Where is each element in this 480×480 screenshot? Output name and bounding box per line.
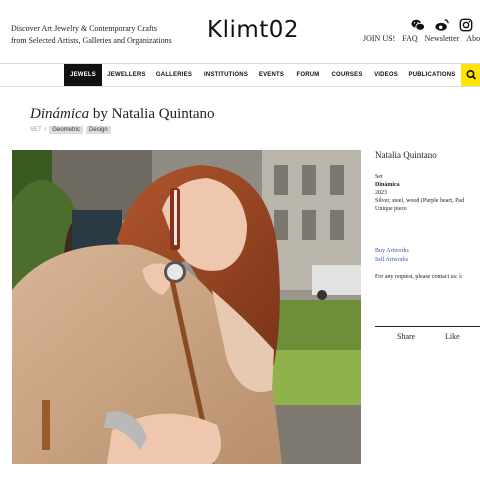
artwork-photo[interactable] — [12, 150, 361, 464]
sell-artworks-link[interactable]: Sell Artworks — [375, 256, 409, 265]
artwork-year: 2023 — [375, 190, 387, 196]
newsletter-link[interactable]: Newsletter — [425, 34, 460, 43]
contact-text: For any request, please contact us: — [375, 274, 460, 280]
like-button[interactable]: Like — [445, 332, 460, 341]
site-logo[interactable]: Klimt02 — [207, 17, 299, 43]
crumb-separator: / — [44, 127, 47, 133]
nav-videos[interactable]: VIDEOS — [370, 64, 402, 86]
faq-link[interactable]: FAQ — [402, 34, 417, 43]
title-piece-name: Dinámica — [30, 106, 90, 122]
buy-artworks-link[interactable]: Buy Artworks — [375, 247, 409, 256]
nav-events[interactable]: EVENTS — [255, 64, 288, 86]
sidebar-divider — [375, 326, 480, 327]
weibo-icon[interactable] — [435, 18, 449, 32]
nav-forum[interactable]: FORUM — [292, 64, 324, 86]
tagline-line-2: from Selected Artists, Galleries and Org… — [11, 36, 172, 45]
crumb-set[interactable]: SET — [30, 127, 42, 133]
instagram-icon[interactable] — [459, 18, 473, 32]
artwork-sidebar: Natalia Quintano Set Dinámica 2023 Silve… — [375, 150, 480, 341]
main-nav: JEWELS JEWELLERS GALLERIES INSTITUTIONS … — [0, 63, 480, 87]
share-button[interactable]: Share — [397, 332, 415, 341]
header-links: JOIN US! FAQ Newsletter Abo — [363, 34, 480, 43]
tag-geometric[interactable]: Geometric — [49, 126, 84, 134]
about-link[interactable]: Abo — [466, 34, 480, 43]
nav-jewellers[interactable]: JEWELLERS — [104, 64, 149, 86]
artwork-image — [12, 150, 361, 464]
nav-galleries[interactable]: GALLERIES — [152, 64, 196, 86]
nav-courses[interactable]: COURSES — [328, 64, 366, 86]
title-artist: by Natalia Quintano — [89, 106, 215, 122]
contact-link[interactable]: k — [459, 274, 462, 280]
search-button[interactable] — [461, 64, 480, 86]
artist-name[interactable]: Natalia Quintano — [375, 150, 480, 160]
artwork-type: Set — [375, 174, 383, 180]
artwork-materials: Silver, steel, wood (Purple heart, Pad — [375, 198, 465, 204]
tagline-line-1: Discover Art Jewelry & Contemporary Craf… — [11, 24, 157, 33]
contact-line: For any request, please contact us: k — [375, 274, 462, 280]
nav-publications[interactable]: PUBLICATIONS — [405, 64, 459, 86]
nav-institutions[interactable]: INSTITUTIONS — [200, 64, 252, 86]
search-icon — [466, 70, 477, 80]
join-us-link[interactable]: JOIN US! — [363, 34, 395, 43]
artwork-uniqueness: Unique piece — [375, 206, 407, 212]
site-tagline: Discover Art Jewelry & Contemporary Craf… — [11, 23, 191, 47]
tag-design[interactable]: Design — [86, 126, 111, 134]
site-header: Discover Art Jewelry & Contemporary Craf… — [0, 0, 480, 64]
breadcrumb: SET / Geometric Design — [30, 126, 111, 134]
wechat-icon[interactable] — [411, 18, 425, 32]
social-icons — [411, 18, 473, 32]
artwork-details: Set Dinámica 2023 Silver, steel, wood (P… — [375, 173, 464, 213]
nav-jewels[interactable]: JEWELS — [64, 64, 102, 86]
artwork-links: Buy Artworks Sell Artworks — [375, 247, 409, 265]
page-title: Dinámica by Natalia Quintano — [30, 106, 215, 123]
artwork-name: Dinámica — [375, 182, 400, 188]
